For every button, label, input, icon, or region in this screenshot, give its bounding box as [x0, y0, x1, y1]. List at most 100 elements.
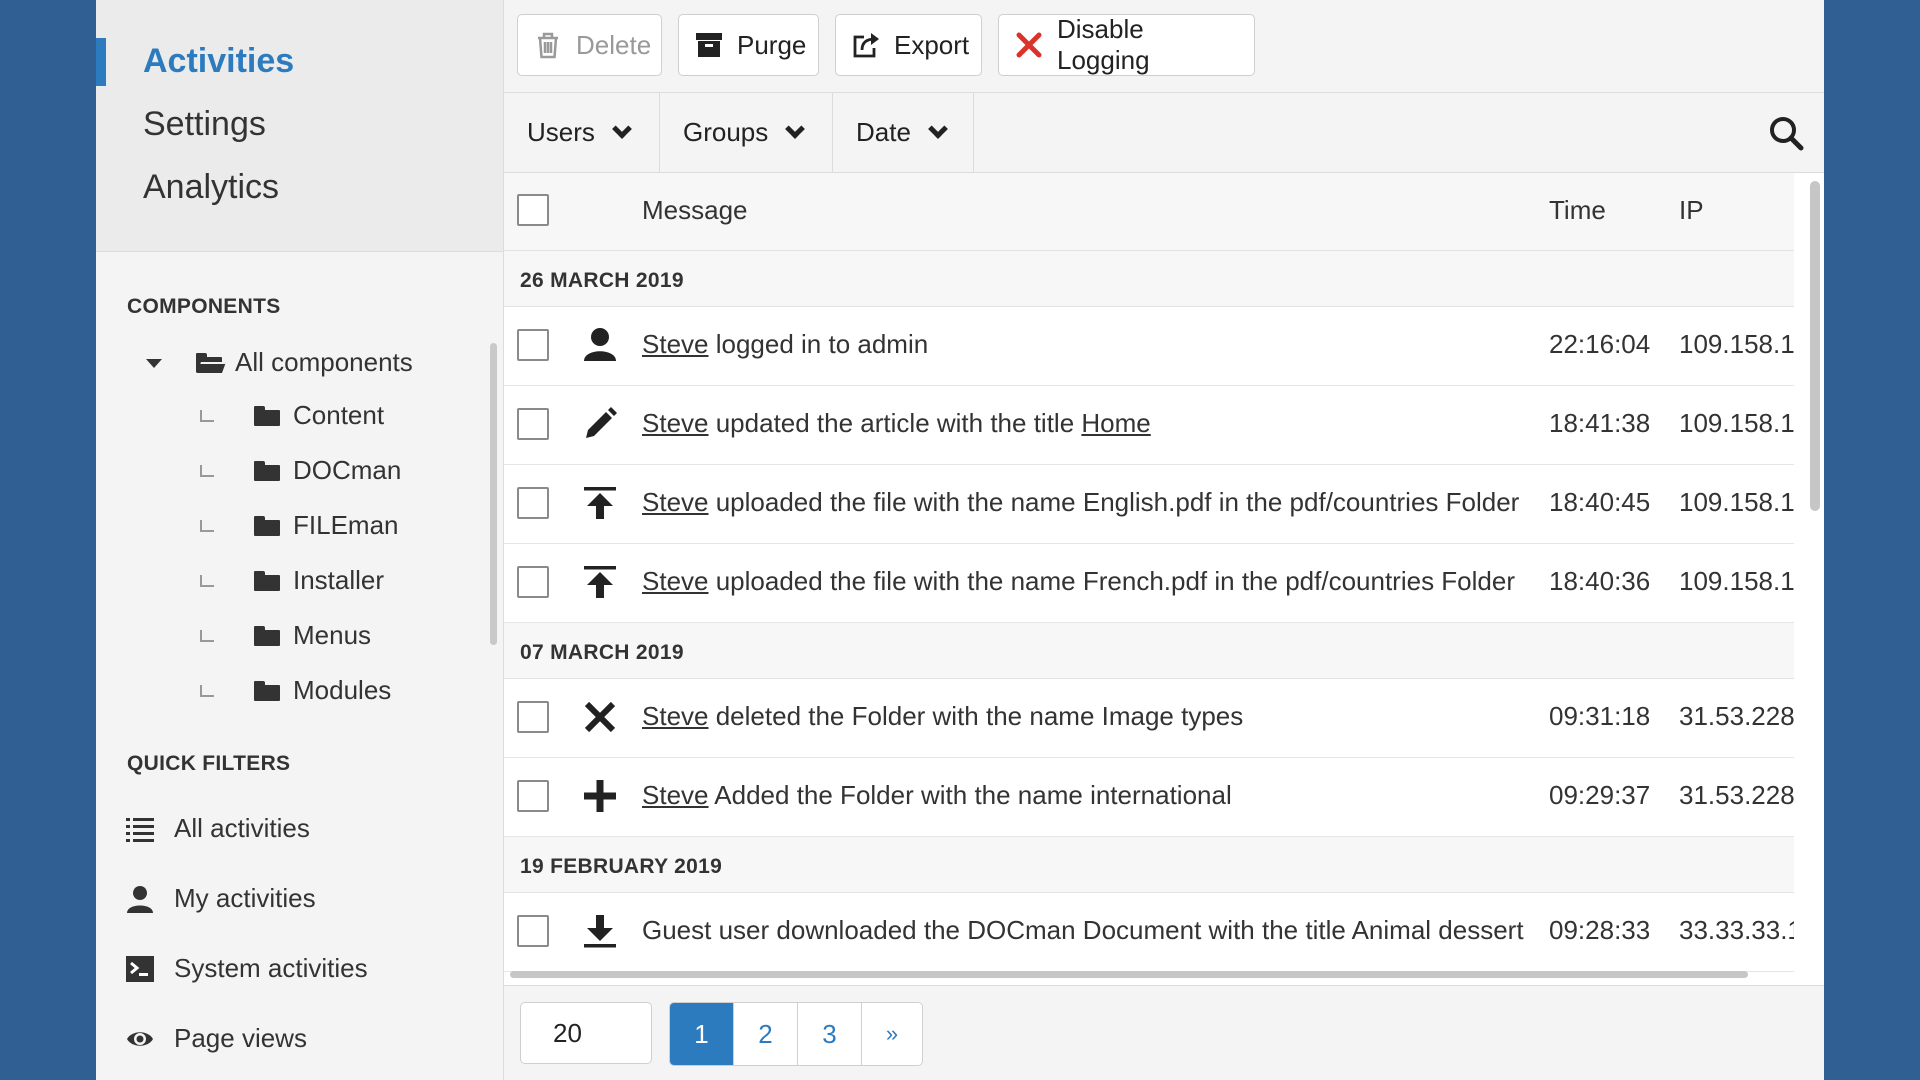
nav-analytics[interactable]: Analytics [143, 168, 279, 207]
trash-icon [534, 31, 562, 59]
table-row: Steve uploaded the file with the name En… [504, 465, 1794, 544]
caret-down-icon[interactable] [146, 359, 162, 368]
plus-icon [582, 778, 618, 814]
disable-logging-button[interactable]: Disable Logging [998, 14, 1255, 76]
quick-filter-label: System activities [174, 953, 368, 983]
row-time: 09:31:18 [1549, 701, 1651, 731]
page-button-3[interactable]: 3 [798, 1003, 862, 1065]
message-text: Guest user downloaded the DOCman Documen… [642, 915, 1524, 945]
tree-item-docman[interactable]: DOCman [200, 455, 402, 486]
tree-label: Modules [293, 675, 392, 705]
pagination-bar: 123» [504, 985, 1824, 1080]
folder-icon [254, 570, 280, 591]
tree-branch-line [200, 410, 214, 422]
delete-button[interactable]: Delete [517, 14, 662, 76]
row-time: 09:28:33 [1549, 915, 1651, 945]
table-horizontal-scrollbar[interactable] [510, 971, 1748, 978]
purge-label: Purge [737, 29, 807, 60]
upload-icon [582, 564, 618, 600]
page-button-2[interactable]: 2 [734, 1003, 798, 1065]
row-message: Steve deleted the Folder with the name I… [642, 701, 1243, 732]
upload-icon [582, 485, 618, 521]
actor-link[interactable]: Steve [642, 487, 709, 517]
time-column-header[interactable]: Time [1549, 195, 1606, 226]
row-checkbox[interactable] [517, 915, 549, 947]
tree-label: DOCman [293, 455, 402, 485]
date-group-header: 07 MARCH 2019 [504, 623, 1794, 679]
actor-link[interactable]: Steve [642, 408, 709, 438]
row-time: 09:29:37 [1549, 780, 1651, 810]
users-filter[interactable]: Users [504, 93, 660, 172]
row-checkbox[interactable] [517, 408, 549, 440]
date-group-header: 26 MARCH 2019 [504, 251, 1794, 307]
table-vertical-scrollbar[interactable] [1810, 181, 1820, 511]
nav-settings[interactable]: Settings [143, 105, 266, 144]
table-row: Guest user downloaded the DOCman Documen… [504, 893, 1794, 972]
row-ip: 33.33.33.1 [1679, 915, 1794, 945]
message-text: uploaded the file with the name French.p… [708, 566, 1515, 596]
actor-link[interactable]: Steve [642, 780, 709, 810]
row-checkbox[interactable] [517, 701, 549, 733]
tree-all-components[interactable]: All components [146, 347, 413, 378]
tree-item-fileman[interactable]: FILEman [200, 510, 399, 541]
per-page-input[interactable] [520, 1002, 652, 1064]
row-checkbox[interactable] [517, 487, 549, 519]
sidebar-scrollbar[interactable] [490, 343, 497, 645]
select-all-checkbox[interactable] [517, 194, 549, 226]
quick-filter-system-activities[interactable]: System activities [126, 953, 368, 984]
tree-label: FILEman [293, 510, 399, 540]
actor-link[interactable]: Steve [642, 566, 709, 596]
user-icon [126, 885, 154, 913]
row-checkbox[interactable] [517, 329, 549, 361]
actor-link[interactable]: Steve [642, 329, 709, 359]
tree-item-menus[interactable]: Menus [200, 620, 372, 651]
components-heading: COMPONENTS [127, 295, 281, 318]
tree-item-modules[interactable]: Modules [200, 675, 392, 706]
ip-column-header[interactable]: IP [1679, 195, 1704, 226]
message-column-header[interactable]: Message [642, 195, 748, 226]
quick-filter-label: My activities [174, 883, 316, 913]
filter-bar: Users Groups Date [504, 93, 1824, 173]
quick-filter-my-activities[interactable]: My activities [126, 883, 316, 914]
date-filter[interactable]: Date [833, 93, 974, 172]
row-message: Steve uploaded the file with the name En… [642, 487, 1519, 518]
sidebar: Activities Settings Analytics COMPONENTS… [96, 0, 504, 1080]
chevron-down-icon [928, 118, 948, 139]
archive-icon [695, 31, 723, 59]
folder-icon [254, 460, 280, 481]
export-button[interactable]: Export [835, 14, 982, 76]
row-checkbox[interactable] [517, 780, 549, 812]
tree-label: Menus [293, 620, 372, 650]
main-nav: Activities Settings Analytics [96, 0, 503, 252]
disable-logging-label: Disable Logging [1057, 14, 1150, 75]
export-label: Export [894, 29, 970, 60]
quick-filter-label: All activities [174, 813, 310, 843]
quick-filter-page-views[interactable]: Page views [126, 1023, 307, 1054]
title-link[interactable]: Home [1081, 408, 1150, 438]
page-button-1[interactable]: 1 [670, 1003, 734, 1065]
row-message: Steve updated the article with the title… [642, 408, 1151, 439]
download-icon [582, 913, 618, 949]
folder-open-icon [196, 352, 227, 373]
purge-button[interactable]: Purge [678, 14, 819, 76]
row-checkbox[interactable] [517, 566, 549, 598]
active-indicator [96, 38, 106, 86]
tree-label: Content [293, 400, 385, 430]
quick-filter-label: Page views [174, 1023, 307, 1053]
row-ip: 109.158.1 [1679, 566, 1794, 596]
search-icon[interactable] [1768, 115, 1804, 151]
table-row: Steve updated the article with the title… [504, 386, 1794, 465]
date-group-header: 19 FEBRUARY 2019 [504, 837, 1794, 893]
date-group-label: 19 FEBRUARY 2019 [520, 855, 723, 878]
actor-link[interactable]: Steve [642, 701, 709, 731]
next-page-button[interactable]: » [862, 1003, 922, 1065]
groups-filter[interactable]: Groups [660, 93, 833, 172]
tree-item-installer[interactable]: Installer [200, 565, 384, 596]
date-group-label: 07 MARCH 2019 [520, 641, 684, 664]
tree-item-content[interactable]: Content [200, 400, 385, 431]
chevron-down-icon [612, 118, 632, 139]
toolbar: Delete Purge Export Disable Logging [504, 0, 1824, 93]
users-filter-label: Users [527, 117, 595, 147]
quick-filter-all-activities[interactable]: All activities [126, 813, 310, 844]
nav-activities[interactable]: Activities [143, 42, 294, 81]
